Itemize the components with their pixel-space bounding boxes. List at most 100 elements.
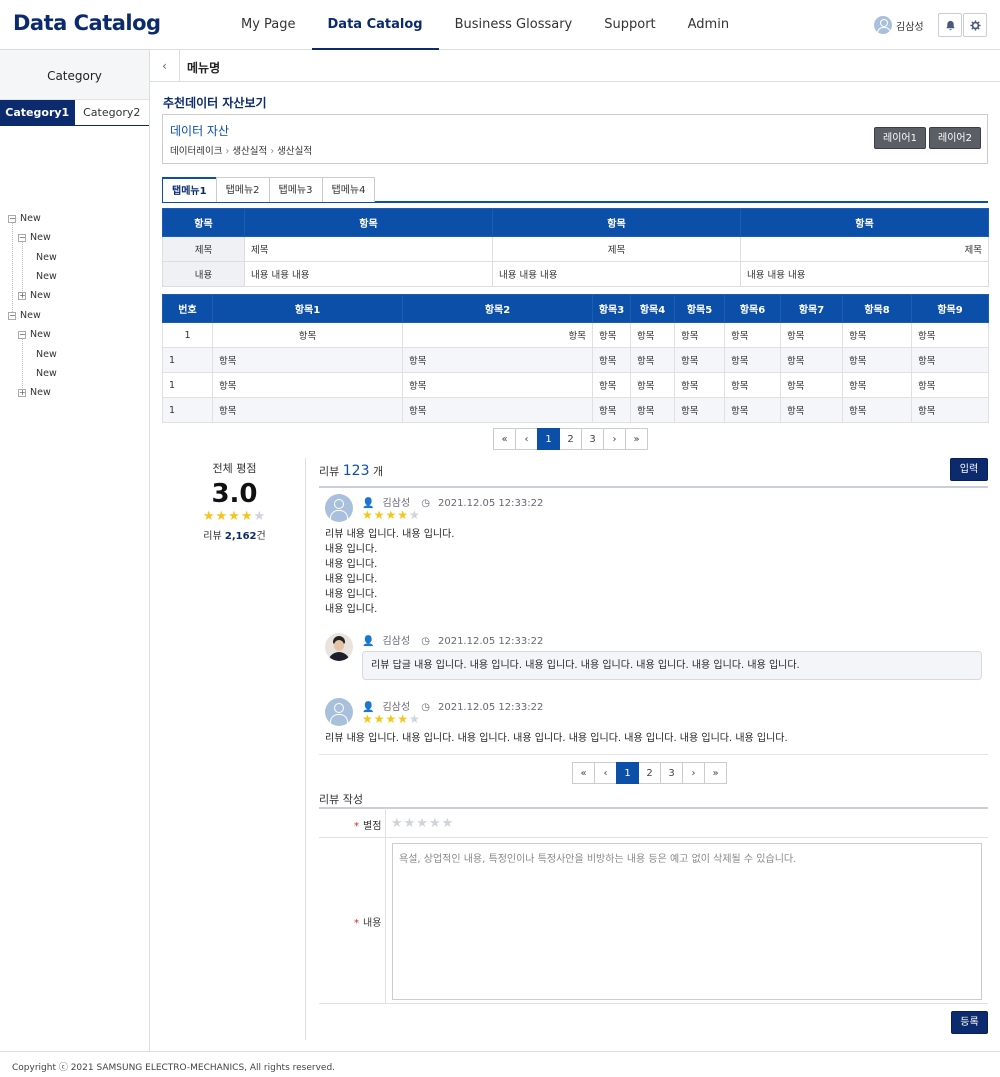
write-review-title: 리뷰 작성 [319, 793, 363, 806]
replier-photo [325, 633, 353, 661]
divider [305, 458, 306, 1040]
category-tree: − New − New New New + New − New − New New New… [0, 126, 149, 398]
tab-menu4[interactable]: 탭메뉴4 [321, 177, 376, 202]
prev-page-icon[interactable]: ‹ [515, 428, 538, 450]
first-page-icon[interactable]: « [493, 428, 516, 450]
next-page-icon[interactable]: › [682, 762, 705, 784]
gear-icon [969, 19, 981, 31]
asset-path: 데이터레이크 › 생산실적 › 생산실적 [170, 146, 313, 157]
tree-node[interactable]: − New [8, 213, 41, 224]
star-rating-input[interactable]: ★★★★★ [391, 816, 454, 831]
main-content: ‹ 메뉴명 추천데이터 자산보기 데이터 자산 데이터레이크 › 생산실적 › … [150, 50, 1000, 1040]
menu-bar: ‹ 메뉴명 [150, 50, 1000, 82]
tree-node[interactable]: New [36, 349, 57, 360]
last-page-icon[interactable]: » [625, 428, 648, 450]
table-header: 항목 [740, 208, 989, 237]
footer: Copyright ⓒ 2021 SAMSUNG ELECTRO-MECHANI… [0, 1051, 1000, 1077]
bell-icon [945, 20, 955, 30]
review-textarea[interactable]: 욕설, 상업적인 내용, 특정인이나 특정사안을 비방하는 내용 등은 예고 없… [392, 843, 982, 1000]
tree-node[interactable]: New [36, 252, 57, 263]
star-row: * 별점 ★★★★★ [319, 808, 988, 838]
user-icon: 👤 [362, 636, 375, 647]
notification-button[interactable] [938, 13, 962, 37]
review-meta: 👤 김삼성 ◷ 2021.12.05 12:33:22 [362, 702, 544, 713]
tree-node[interactable]: New [36, 368, 57, 379]
top-header: Data Catalog My Page Data Catalog Busine… [0, 0, 1000, 50]
review-count: 리뷰 123 개 [319, 463, 384, 479]
nav-data-catalog[interactable]: Data Catalog [311, 0, 439, 50]
collapse-icon[interactable]: − [18, 330, 26, 339]
table-row: 제목 제목 제목 제목 [162, 236, 989, 262]
table-header: 항목1 [212, 294, 403, 323]
tab-menu1[interactable]: 탭메뉴1 [162, 177, 217, 202]
review-text: 리뷰 내용 입니다. 내용 입니다. 내용 입니다. 내용 입니다. 내용 입니… [325, 529, 455, 615]
tree-node[interactable]: − New [18, 329, 51, 340]
table-header: 항목7 [780, 294, 843, 323]
layer1-button[interactable]: 레이어1 [874, 127, 926, 149]
menu-name: 메뉴명 [187, 61, 221, 75]
prev-page-icon[interactable]: ‹ [594, 762, 617, 784]
table-header: 항목6 [724, 294, 781, 323]
submit-button[interactable]: 등록 [951, 1011, 988, 1034]
tab-menu2[interactable]: 탭메뉴2 [215, 177, 270, 202]
rating-count: 리뷰 2,162건 [203, 531, 266, 542]
review-stars: ★★★★★ [362, 712, 421, 726]
nav-admin[interactable]: Admin [672, 0, 745, 50]
tab-menu3[interactable]: 탭메뉴3 [268, 177, 323, 202]
first-page-icon[interactable]: « [572, 762, 595, 784]
page-button-2[interactable]: 2 [638, 762, 661, 784]
overall-rating: 전체 평점 3.0 ★★★★★ 리뷰 2,162건 [162, 460, 307, 542]
reviewer-avatar-icon [325, 698, 353, 726]
reply-bubble: 리뷰 답글 내용 입니다. 내용 입니다. 내용 입니다. 내용 입니다. 내용… [362, 651, 982, 680]
app-logo[interactable]: Data Catalog [13, 11, 161, 35]
table-row[interactable]: 1 항목 항목 항목 항목 항목 항목 항목 항목 항목 [162, 372, 989, 398]
expand-icon[interactable]: + [18, 388, 26, 397]
star-label: * 별점 [354, 821, 382, 832]
review-meta: 👤 김삼성 ◷ 2021.12.05 12:33:22 [362, 498, 544, 509]
table-header: 항목 [492, 208, 741, 237]
page-button-3[interactable]: 3 [660, 762, 683, 784]
table-header: 번호 [162, 294, 213, 323]
table-header: 항목9 [911, 294, 989, 323]
section-title: 추천데이터 자산보기 [163, 96, 267, 110]
input-button[interactable]: 입력 [950, 458, 988, 481]
user-name: 김삼성 [896, 21, 924, 33]
tree-node[interactable]: + New [18, 290, 51, 301]
sidebar-title: Category [0, 50, 149, 100]
page-button-2[interactable]: 2 [559, 428, 582, 450]
settings-button[interactable] [963, 13, 987, 37]
detail-table: 항목 항목 항목 항목 제목 제목 제목 제목 내용 내용 내용 내용 내용 내… [162, 208, 989, 287]
page-button-3[interactable]: 3 [581, 428, 604, 450]
user-menu[interactable]: 김삼성 [874, 16, 924, 34]
tree-node[interactable]: − New [18, 232, 51, 243]
tree-node[interactable]: − New [8, 310, 41, 321]
table-row[interactable]: 1 항목 항목 항목 항목 항목 항목 항목 항목 항목 [162, 322, 989, 348]
layer2-button[interactable]: 레이어2 [929, 127, 981, 149]
nav-my-page[interactable]: My Page [225, 0, 312, 50]
nav-business-glossary[interactable]: Business Glossary [439, 0, 589, 50]
collapse-icon[interactable]: − [18, 233, 26, 242]
table-header: 항목2 [402, 294, 593, 323]
collapse-icon[interactable]: − [8, 214, 16, 223]
table-header: 항목4 [630, 294, 675, 323]
back-chevron-icon[interactable]: ‹ [150, 50, 180, 82]
tab-category2[interactable]: Category2 [74, 100, 149, 126]
last-page-icon[interactable]: » [704, 762, 727, 784]
page-button-1[interactable]: 1 [537, 428, 560, 450]
table-row[interactable]: 1 항목 항목 항목 항목 항목 항목 항목 항목 항목 [162, 397, 989, 423]
tab-category1[interactable]: Category1 [0, 100, 75, 126]
tab-bar: 탭메뉴1 탭메뉴2 탭메뉴3 탭메뉴4 [162, 177, 988, 203]
user-avatar-icon [874, 16, 892, 34]
expand-icon[interactable]: + [18, 291, 26, 300]
table-row[interactable]: 1 항목 항목 항목 항목 항목 항목 항목 항목 항목 [162, 347, 989, 373]
table-header: 항목8 [842, 294, 912, 323]
rating-score: 3.0 [211, 479, 258, 509]
tree-node[interactable]: + New [18, 387, 51, 398]
collapse-icon[interactable]: − [8, 311, 16, 320]
list-table: 번호 항목1 항목2 항목3 항목4 항목5 항목6 항목7 항목8 항목9 1… [162, 294, 989, 423]
next-page-icon[interactable]: › [603, 428, 626, 450]
nav-support[interactable]: Support [588, 0, 671, 50]
tree-node[interactable]: New [36, 271, 57, 282]
page-button-1[interactable]: 1 [616, 762, 639, 784]
table-pagination: « ‹ 1 2 3 › » [493, 428, 648, 450]
